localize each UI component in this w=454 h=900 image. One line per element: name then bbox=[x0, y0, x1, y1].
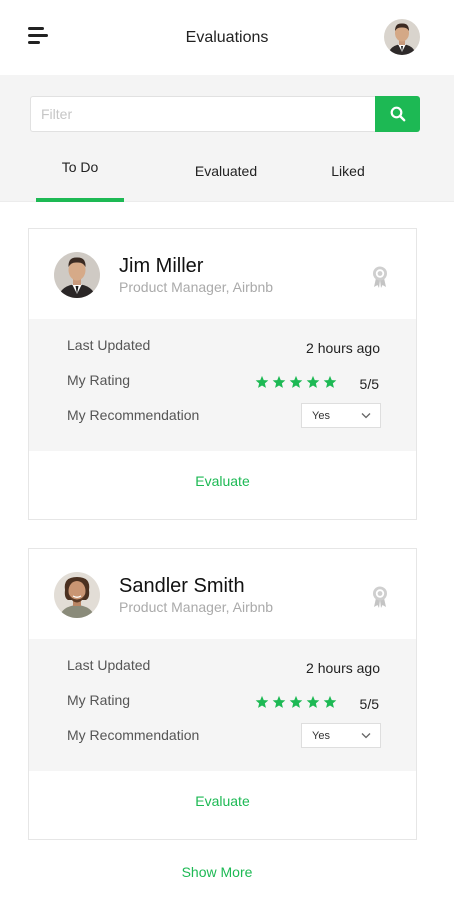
award-icon[interactable] bbox=[371, 585, 389, 609]
filter-input[interactable] bbox=[30, 96, 376, 132]
rating-value: 5/5 bbox=[359, 696, 379, 712]
search-button[interactable] bbox=[375, 96, 420, 132]
recommendation-value: Yes bbox=[312, 410, 330, 422]
recommendation-label: My Recommendation bbox=[67, 727, 200, 743]
recommendation-select[interactable]: Yes bbox=[301, 403, 381, 428]
candidate-role: Product Manager, Airbnb bbox=[119, 279, 274, 295]
evaluate-button[interactable]: Evaluate bbox=[29, 473, 416, 489]
star-icon bbox=[306, 375, 320, 388]
rating-stars bbox=[255, 375, 340, 389]
star-icon bbox=[323, 695, 337, 708]
active-tab-indicator bbox=[36, 198, 124, 202]
award-icon[interactable] bbox=[371, 265, 389, 289]
star-icon bbox=[289, 375, 303, 388]
recommendation-select[interactable]: Yes bbox=[301, 723, 381, 748]
candidate-avatar bbox=[54, 572, 100, 618]
evaluate-button[interactable]: Evaluate bbox=[29, 793, 416, 809]
rating-stars bbox=[255, 695, 340, 709]
evaluation-card: Jim Miller Product Manager, Airbnb Last … bbox=[28, 228, 417, 520]
recommendation-value: Yes bbox=[312, 730, 330, 742]
star-icon bbox=[255, 695, 269, 708]
tab-liked[interactable]: Liked bbox=[318, 163, 378, 205]
star-icon bbox=[272, 695, 286, 708]
chevron-down-icon bbox=[361, 413, 371, 419]
candidate-avatar bbox=[54, 252, 100, 298]
star-icon bbox=[272, 375, 286, 388]
tab-to-do[interactable]: To Do bbox=[36, 159, 124, 201]
star-icon bbox=[323, 375, 337, 388]
candidate-name[interactable]: Jim Miller bbox=[119, 255, 203, 278]
star-icon bbox=[306, 695, 320, 708]
filter-panel: To Do Evaluated Liked bbox=[0, 75, 454, 202]
rating-label: My Rating bbox=[67, 372, 131, 388]
last-updated-label: Last Updated bbox=[67, 657, 151, 673]
rating-label: My Rating bbox=[67, 692, 131, 708]
last-updated-value: 2 hours ago bbox=[306, 660, 380, 676]
search-icon bbox=[390, 106, 405, 122]
tab-evaluated[interactable]: Evaluated bbox=[180, 163, 272, 205]
candidate-name[interactable]: Sandler Smith bbox=[119, 575, 245, 598]
card-details: Last Updated 2 hours ago My Rating 5/5 M… bbox=[29, 639, 416, 771]
evaluation-card: Sandler Smith Product Manager, Airbnb La… bbox=[28, 548, 417, 840]
recommendation-label: My Recommendation bbox=[67, 407, 200, 423]
card-header: Jim Miller Product Manager, Airbnb bbox=[29, 229, 416, 319]
last-updated-value: 2 hours ago bbox=[306, 340, 380, 356]
chevron-down-icon bbox=[361, 733, 371, 739]
user-avatar[interactable] bbox=[384, 19, 420, 55]
card-details: Last Updated 2 hours ago My Rating 5/5 M… bbox=[29, 319, 416, 451]
rating-value: 5/5 bbox=[359, 376, 379, 392]
star-icon bbox=[255, 375, 269, 388]
card-header: Sandler Smith Product Manager, Airbnb bbox=[29, 549, 416, 639]
last-updated-label: Last Updated bbox=[67, 337, 151, 353]
star-icon bbox=[289, 695, 303, 708]
candidate-role: Product Manager, Airbnb bbox=[119, 599, 274, 615]
show-more-link[interactable]: Show More bbox=[0, 864, 434, 880]
top-bar: Evaluations bbox=[0, 0, 454, 75]
